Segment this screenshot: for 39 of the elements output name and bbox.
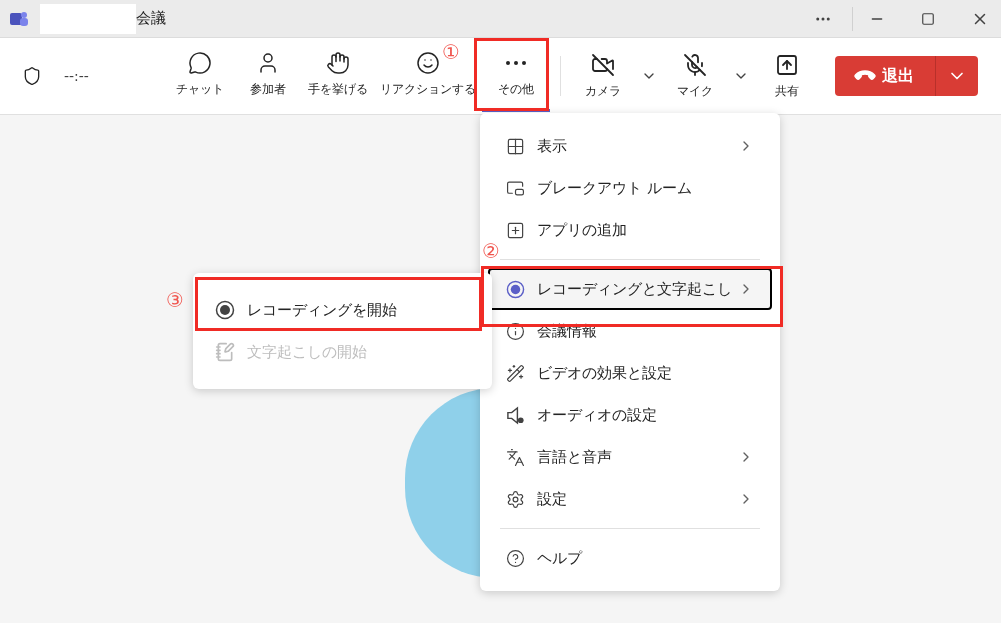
toolbar-button[interactable]: 参加者 <box>234 40 302 112</box>
menu-item[interactable]: 設定 <box>488 478 772 520</box>
step-number: ① <box>442 41 460 63</box>
more-icon <box>506 61 526 65</box>
menu-item[interactable]: ヘルプ <box>488 537 772 579</box>
device-button[interactable]: 共有 <box>755 40 819 112</box>
step-number: ③ <box>166 289 184 311</box>
smiley-icon <box>416 51 440 75</box>
menu-item[interactable]: レコーディングと文字起こし <box>488 268 772 310</box>
toolbar-button[interactable]: 手を挙げる <box>302 40 374 112</box>
menu-item[interactable]: 表示 <box>488 125 772 167</box>
settings-icon <box>506 489 525 509</box>
maximize-icon[interactable] <box>921 11 935 26</box>
shield-icon <box>22 66 42 86</box>
window-title: 会議 <box>136 8 166 30</box>
speaker-icon <box>506 405 525 425</box>
device-button[interactable]: カメラ <box>571 40 635 112</box>
toolbar-button[interactable]: チャット <box>166 40 234 112</box>
plus-square-icon <box>506 220 525 240</box>
language-icon <box>506 447 525 467</box>
hand-icon <box>326 51 350 75</box>
leave-button[interactable]: 退出 <box>835 56 935 96</box>
grid-icon <box>506 136 525 156</box>
menu-item[interactable]: オーディオの設定 <box>488 394 772 436</box>
step-number: ② <box>482 240 500 262</box>
transcript-icon <box>215 342 235 362</box>
share-icon <box>775 52 799 77</box>
mic-off-icon <box>683 52 707 77</box>
menu-item[interactable]: ブレークアウト ルーム <box>488 167 772 209</box>
chat-icon <box>188 51 212 75</box>
info-icon <box>506 321 525 341</box>
help-icon <box>506 548 525 568</box>
meeting-timer: --:-- <box>64 66 90 86</box>
record-icon <box>506 279 525 299</box>
menu-item[interactable]: 言語と音声 <box>488 436 772 478</box>
device-button[interactable]: マイク <box>663 40 727 112</box>
wand-icon <box>506 363 525 383</box>
camera-off-icon <box>591 52 615 77</box>
record-icon <box>215 300 235 320</box>
